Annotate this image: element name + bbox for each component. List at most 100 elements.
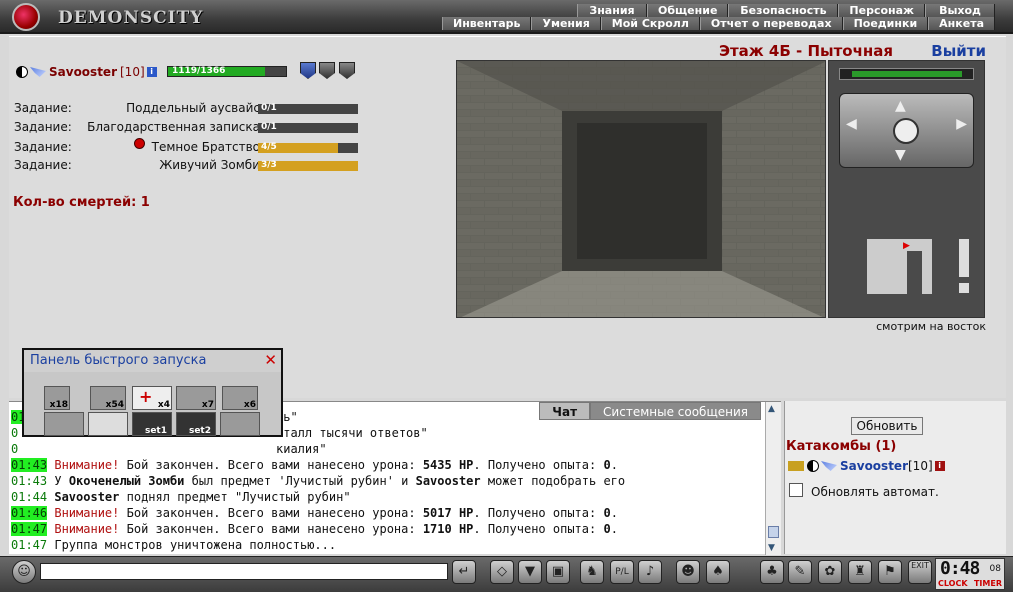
chat-timestamp[interactable]: 0 [11, 442, 18, 456]
chat-timestamp[interactable]: 01:46 [11, 506, 48, 520]
menu-security[interactable]: Безопасность [728, 4, 839, 17]
quick-launch-title[interactable]: Панель быстрого запуска [24, 350, 281, 372]
main-menu: Знания Общение Безопасность Персонаж Вых… [576, 4, 995, 17]
sub-menu: Инвентарь Умения Мой Скролл Отчет о пере… [442, 17, 995, 30]
clock-widget[interactable]: 0:48 08 CLOCK TIMER [935, 558, 1005, 590]
chat-timestamp[interactable]: 0 [11, 426, 18, 440]
scroll-icon[interactable]: ✎ [788, 560, 812, 584]
tab-system-messages[interactable]: Системные сообщения [590, 402, 761, 420]
character-name[interactable]: Savooster [49, 65, 117, 79]
quick-slot-helmet[interactable] [88, 412, 128, 436]
chat-scrollbar[interactable]: ▲ ▼ [765, 402, 781, 555]
room-user: Savooster [10] i [788, 459, 945, 473]
chat-timestamp[interactable]: 01:47 [11, 522, 48, 536]
slot-count: x18 [49, 400, 68, 410]
speaker-icon[interactable]: ☺ [12, 560, 36, 584]
move-forward-icon[interactable]: ▲ [895, 98, 906, 114]
task-progress-text: 0/1 [261, 103, 277, 113]
turn-right-icon[interactable]: ▶ [956, 116, 967, 132]
minimap-cell [959, 283, 969, 293]
move-back-icon[interactable]: ▼ [895, 147, 906, 163]
hp-text: 1119/1366 [172, 66, 226, 76]
quick-slot-herb[interactable]: x54 [90, 386, 126, 410]
room-user-level: [10] [908, 459, 933, 473]
submenu-skills[interactable]: Умения [531, 17, 601, 30]
settings-icon[interactable]: ✿ [818, 560, 842, 584]
quick-slot-medkit[interactable]: + x4 [132, 386, 172, 410]
chat-bold: 5017 HP [422, 506, 474, 520]
eraser-icon[interactable]: ◇ [490, 560, 514, 584]
slot-count: x6 [243, 400, 256, 410]
save-icon[interactable]: ▣ [546, 560, 570, 584]
flag-icon[interactable]: ⚑ [878, 560, 902, 584]
info-icon[interactable]: i [934, 461, 945, 471]
quick-slot-flask[interactable]: x6 [222, 386, 258, 410]
sound-icon[interactable]: ♪ [638, 560, 662, 584]
submenu-duels[interactable]: Поединки [842, 17, 929, 30]
hp-bar: 1119/1366 [167, 66, 287, 77]
exit-link[interactable]: Выйти [931, 42, 986, 60]
scroll-down-icon[interactable]: ▼ [768, 543, 775, 553]
menu-character[interactable]: Персонаж [838, 4, 925, 17]
chat-warning: Внимание! [54, 506, 120, 520]
private-icon[interactable]: P/L [610, 560, 634, 584]
chat-bold: 1710 HP [422, 522, 474, 536]
submenu-my-scroll[interactable]: Мой Скролл [600, 17, 700, 30]
chat-line: 01:43 Внимание! Бой закончен. Всего вами… [11, 457, 618, 473]
quick-slot-potion[interactable]: x18 [44, 386, 70, 410]
medkit-icon: + [139, 387, 153, 406]
helmet-icon[interactable]: ♠ [706, 560, 730, 584]
quick-slot-shield[interactable] [44, 412, 84, 436]
chat-input[interactable] [40, 563, 448, 580]
chat-timestamp[interactable]: 01:44 [11, 490, 47, 504]
info-icon[interactable]: i [146, 67, 157, 77]
chat-line: 01:46 Внимание! Бой закончен. Всего вами… [11, 505, 618, 521]
scroll-thumb[interactable] [768, 526, 779, 538]
task-name: Темное Братство [151, 140, 260, 154]
tab-chat[interactable]: Чат [539, 402, 591, 420]
turn-left-icon[interactable]: ◀ [846, 116, 857, 132]
auto-refresh-checkbox[interactable] [789, 483, 803, 497]
quick-slot-set2[interactable]: set2 [176, 412, 216, 436]
chat-warning: Внимание! [54, 522, 120, 536]
bag-icon[interactable]: ♣ [760, 560, 784, 584]
task-row: Задание: Поддельный аусвайс 0/1 [14, 101, 364, 116]
brotherhood-icon [134, 138, 145, 149]
task-name: Благодарственная записка [87, 120, 260, 134]
quick-slot-set1[interactable]: set1 [132, 412, 172, 436]
chat-timestamp[interactable]: 01:47 [11, 538, 47, 552]
energy-bar [839, 68, 974, 80]
task-name: Живучий Зомби [159, 158, 260, 172]
slot-count: x7 [201, 400, 214, 410]
navigation-panel: ◀ ▶ ▲ ▼ ▶ [828, 60, 985, 318]
lock-icon[interactable]: ♜ [848, 560, 872, 584]
submenu-inventory[interactable]: Инвентарь [442, 17, 532, 30]
chat-text: Бой закончен. Всего вами нанесено урона: [119, 506, 423, 520]
quick-slot-ring[interactable] [220, 412, 260, 436]
energy-bar-fill [852, 71, 962, 77]
menu-exit[interactable]: Выход [925, 4, 995, 17]
smiley-icon[interactable]: ☻ [676, 560, 700, 584]
close-icon[interactable]: ✕ [264, 353, 277, 368]
send-icon[interactable]: ↵ [452, 560, 476, 584]
task-label: Задание: [14, 120, 72, 134]
exit-icon[interactable]: EXIT [908, 560, 932, 584]
crown-icon [788, 461, 804, 471]
task-progress-bar: 3/3 [258, 160, 358, 171]
menu-knowledge[interactable]: Знания [576, 4, 647, 17]
chat-bold: 0 [603, 458, 611, 472]
scroll-up-icon[interactable]: ▲ [768, 404, 775, 414]
filter-icon[interactable]: ▼ [518, 560, 542, 584]
task-label: Задание: [14, 140, 72, 154]
menu-communication[interactable]: Общение [646, 4, 729, 17]
walk-icon[interactable]: ♞ [580, 560, 604, 584]
chat-timestamp[interactable]: 01:43 [11, 458, 48, 472]
refresh-button[interactable]: Обновить [851, 417, 923, 435]
chat-timestamp[interactable]: 01:43 [11, 474, 47, 488]
submenu-transfer-report[interactable]: Отчет о переводах [699, 17, 843, 30]
chat-bold: Savooster [415, 474, 481, 488]
quick-slot-scroll[interactable]: x7 [176, 386, 216, 410]
room-user-name[interactable]: Savooster [840, 459, 908, 473]
submenu-profile[interactable]: Анкета [928, 17, 995, 30]
dungeon-view[interactable] [456, 60, 826, 318]
